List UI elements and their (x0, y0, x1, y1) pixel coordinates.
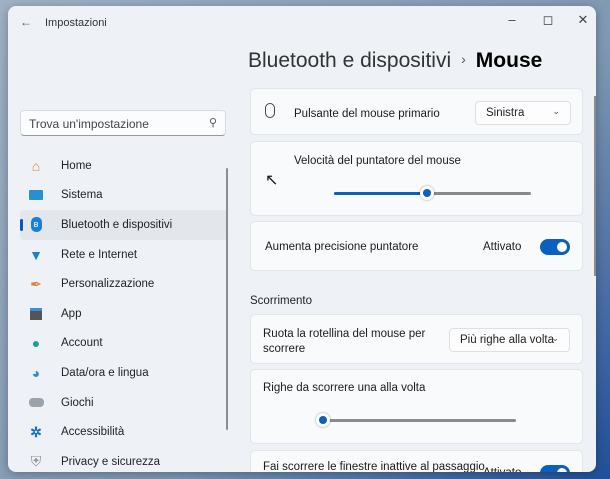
back-button[interactable]: ← (20, 15, 32, 29)
sidebar-item-giochi[interactable]: Giochi (20, 388, 227, 418)
sidebar-scrollbar[interactable] (226, 168, 228, 430)
sidebar-item-label: App (61, 307, 82, 320)
inactive-scroll-label: Fai scorrere le finestre inattive al pas… (263, 461, 485, 472)
primary-button-card: Pulsante del mouse primario Sinistra ⌄ (250, 88, 583, 135)
slider-thumb[interactable] (315, 413, 330, 427)
breadcrumb: Bluetooth e dispositivi › Mouse (248, 49, 542, 73)
precision-card: Aumenta precisione puntatore Attivato (250, 221, 583, 271)
sidebar-item-personalizzazione[interactable]: ✒ Personalizzazione (20, 269, 227, 299)
sidebar-item-label: Personalizzazione (61, 278, 155, 291)
mouse-icon (265, 103, 275, 118)
sidebar-item-app[interactable]: App (20, 299, 227, 329)
shield-icon: ⛨ (30, 453, 42, 470)
sidebar-item-rete[interactable]: ▼ Rete e Internet (20, 240, 227, 270)
pointer-speed-label: Velocità del puntatore del mouse (294, 155, 461, 167)
lines-label: Righe da scorrere una alla volta (263, 382, 426, 394)
slider-thumb[interactable] (420, 186, 435, 200)
wheel-dropdown[interactable]: Più righe alla volta ⌄ (449, 328, 570, 352)
search-icon: ⚲ (208, 117, 217, 129)
lines-slider[interactable] (315, 413, 516, 427)
maximize-button[interactable]: ◻ (538, 12, 558, 28)
sidebar-nav: ⌂ Home Sistema ʙ Bluetooth e dispositivi ▼… (20, 151, 227, 472)
sidebar-item-label: Accessibilità (61, 426, 125, 439)
sidebar-item-label: Bluetooth e dispositivi (61, 218, 173, 231)
close-button[interactable]: ✕ (573, 12, 593, 28)
sidebar-item-data-ora[interactable]: ◕ Data/ora e lingua (20, 358, 227, 388)
wheel-card: Ruota la rotellina del mouse per scorrer… (250, 314, 583, 364)
inactive-scroll-card: Fai scorrere le finestre inattive al pas… (250, 450, 583, 472)
main-scrollbar[interactable] (594, 96, 596, 276)
sidebar-item-label: Rete e Internet (61, 248, 138, 261)
pointer-speed-card: ↖ Velocità del puntatore del mouse (250, 141, 583, 216)
globe-clock-icon: ◕ (31, 364, 41, 381)
lines-card: Righe da scorrere una alla volta (250, 369, 583, 444)
chevron-right-icon: › (461, 51, 466, 67)
sidebar-item-label: Privacy e sicurezza (61, 455, 161, 468)
sidebar-item-label: Home (61, 159, 92, 172)
pointer-speed-slider[interactable] (334, 186, 531, 200)
dropdown-value: Più righe alla volta (460, 334, 554, 346)
sidebar-item-sistema[interactable]: Sistema (20, 181, 227, 211)
title-bar: ← Impostazioni – ◻ ✕ (8, 6, 596, 40)
pointer-icon: ↖ (265, 172, 279, 189)
brush-icon: ✒ (30, 275, 42, 292)
precision-toggle[interactable] (540, 239, 570, 255)
precision-label: Aumenta precisione puntatore (265, 241, 419, 253)
accessibility-icon: ✲ (30, 423, 42, 440)
search-input[interactable]: Trova un'impostazione ⚲ (20, 110, 226, 136)
monitor-icon (28, 187, 44, 203)
chevron-down-icon: ⌄ (551, 333, 559, 343)
primary-button-dropdown[interactable]: Sinistra ⌄ (475, 101, 571, 125)
app-title: Impostazioni (45, 17, 107, 29)
sidebar-item-home[interactable]: ⌂ Home (20, 151, 227, 181)
sidebar-item-privacy[interactable]: ⛨ Privacy e sicurezza (20, 447, 227, 472)
minimize-button[interactable]: – (502, 12, 522, 27)
sidebar-item-label: Data/ora e lingua (61, 366, 149, 379)
search-placeholder: Trova un'impostazione (29, 117, 149, 131)
chevron-down-icon: ⌄ (552, 106, 560, 116)
apps-icon (28, 306, 44, 322)
sidebar-item-bluetooth[interactable]: ʙ Bluetooth e dispositivi (20, 210, 227, 240)
sidebar-item-label: Sistema (61, 189, 103, 202)
inactive-scroll-toggle[interactable] (540, 465, 570, 472)
person-icon: ● (31, 335, 41, 352)
wifi-icon: ▼ (29, 246, 43, 263)
wheel-label: Ruota la rotellina del mouse per scorrer… (263, 328, 426, 355)
home-icon: ⌂ (31, 157, 41, 174)
dropdown-value: Sinistra (486, 107, 525, 119)
precision-state: Attivato (483, 241, 522, 253)
page-title: Mouse (475, 49, 543, 72)
sidebar-item-accessibilita[interactable]: ✲ Accessibilità (20, 417, 227, 447)
section-scorrimento: Scorrimento (250, 295, 312, 307)
breadcrumb-parent[interactable]: Bluetooth e dispositivi (248, 49, 451, 72)
gamepad-icon (28, 395, 44, 411)
primary-button-label: Pulsante del mouse primario (294, 108, 440, 120)
sidebar-item-label: Account (61, 337, 103, 350)
inactive-scroll-state: Attivato (483, 467, 521, 472)
sidebar-item-account[interactable]: ● Account (20, 329, 227, 359)
settings-window: ← Impostazioni – ◻ ✕ Bluetooth e disposi… (8, 6, 596, 472)
sidebar-item-label: Giochi (61, 396, 94, 409)
bluetooth-icon: ʙ (28, 217, 44, 233)
slider-fill (334, 192, 428, 195)
